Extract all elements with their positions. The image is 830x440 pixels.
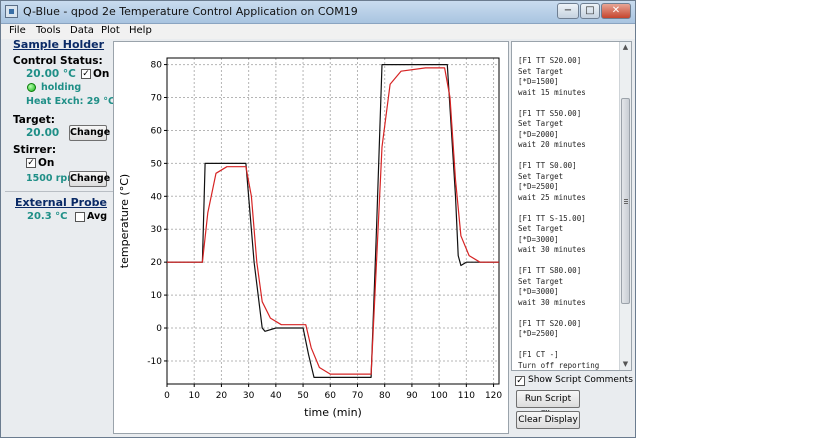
x-tick-label: 100 <box>431 391 448 401</box>
scroll-grip-icon <box>624 199 628 200</box>
stirrer-change-button[interactable]: Change <box>69 171 110 187</box>
y-tick-label: 80 <box>151 61 163 71</box>
control-status-text: holding <box>41 82 82 93</box>
temperature-chart: 0 10 20 30 40 50 60 70 80 90 100 110 120 -10 0 10 20 30 40… <box>118 57 502 419</box>
external-probe-title: External Probe <box>15 196 107 209</box>
x-tick-label: 80 <box>379 391 391 401</box>
avg-checkbox[interactable] <box>75 212 85 222</box>
probe-temperature: 20.3 °C <box>27 211 68 222</box>
minimize-button[interactable]: − <box>557 3 579 19</box>
run-script-button[interactable]: Run Script File <box>516 390 580 420</box>
menu-tools[interactable]: Tools <box>36 25 61 36</box>
maximize-button[interactable]: □ <box>580 3 600 19</box>
title-bar: Q-Blue - qpod 2e Temperature Control App… <box>1 1 635 24</box>
sample-holder-title: Sample Holder <box>13 38 105 51</box>
menu-plot[interactable]: Plot <box>101 25 120 36</box>
plot-frame <box>166 57 500 385</box>
x-tick-label: 40 <box>270 391 282 401</box>
temperature-chart-panel: 0 10 20 30 40 50 60 70 80 90 100 110 120 -10 0 10 20 30 40… <box>113 41 509 434</box>
x-tick-label: 50 <box>297 391 309 401</box>
y-tick-label: 20 <box>151 258 163 268</box>
app-icon <box>5 5 18 18</box>
x-axis-label: time (min) <box>304 406 362 419</box>
x-tick-label: 110 <box>458 391 475 401</box>
stirrer-on-label: On <box>38 157 55 169</box>
scroll-down-icon[interactable]: ▼ <box>620 359 631 370</box>
y-tick-label: 50 <box>151 159 163 169</box>
x-tick-label: 120 <box>485 391 502 401</box>
menu-help[interactable]: Help <box>129 25 152 36</box>
series-line-1 <box>167 63 499 378</box>
scroll-up-icon[interactable]: ▲ <box>620 42 631 53</box>
show-comments-label: Show Script Comments <box>528 375 633 385</box>
script-output-panel[interactable]: [F1 TT S20.00] Set Target [*D=1500] wait… <box>511 41 632 371</box>
x-tick-label: 70 <box>352 391 364 401</box>
y-axis-label: temperature (°C) <box>118 174 131 268</box>
y-tick-label: -10 <box>147 357 162 367</box>
x-tick-label: 0 <box>164 391 170 401</box>
target-label: Target: <box>13 114 55 126</box>
x-tick-label: 30 <box>243 391 255 401</box>
menu-file[interactable]: File <box>9 25 26 36</box>
stirrer-label: Stirrer: <box>13 144 57 156</box>
show-comments-checkbox[interactable]: ✓ <box>515 376 525 386</box>
target-change-button[interactable]: Change <box>69 125 110 141</box>
y-tick-label: 70 <box>151 94 163 104</box>
menu-data[interactable]: Data <box>70 25 94 36</box>
y-tick-label: 10 <box>151 291 163 301</box>
scroll-thumb[interactable] <box>621 98 630 304</box>
status-indicator-icon <box>27 83 36 92</box>
y-tick-label: 40 <box>151 192 163 202</box>
x-tick-label: 60 <box>325 391 337 401</box>
clear-display-button[interactable]: Clear Display <box>516 411 580 429</box>
x-tick-label: 20 <box>216 391 228 401</box>
close-button[interactable]: ✕ <box>601 3 631 19</box>
x-tick-label: 10 <box>188 391 200 401</box>
y-tick-label: 60 <box>151 126 163 136</box>
panel-divider <box>5 191 113 192</box>
avg-label: Avg <box>87 211 108 222</box>
target-value: 20.00 <box>26 127 60 139</box>
x-tick-label: 90 <box>406 391 418 401</box>
app-window: Q-Blue - qpod 2e Temperature Control App… <box>0 0 636 438</box>
heat-exchanger-temperature: Heat Exch: 29 °C <box>26 96 116 107</box>
control-on-checkbox[interactable]: ✓ <box>81 69 91 79</box>
script-scrollbar[interactable]: ▲ ▼ <box>619 42 631 370</box>
script-text: [F1 TT S20.00] Set Target [*D=1500] wait… <box>518 56 600 370</box>
stirrer-on-checkbox[interactable]: ✓ <box>26 158 36 168</box>
y-tick-label: 0 <box>156 324 162 334</box>
window-title: Q-Blue - qpod 2e Temperature Control App… <box>23 5 358 18</box>
y-tick-label: 30 <box>151 225 163 235</box>
control-status-label: Control Status: <box>13 55 103 67</box>
control-on-label: On <box>93 68 110 80</box>
sample-temperature: 20.00 °C <box>26 68 76 80</box>
menu-bar: File Tools Data Plot Help <box>1 24 635 39</box>
